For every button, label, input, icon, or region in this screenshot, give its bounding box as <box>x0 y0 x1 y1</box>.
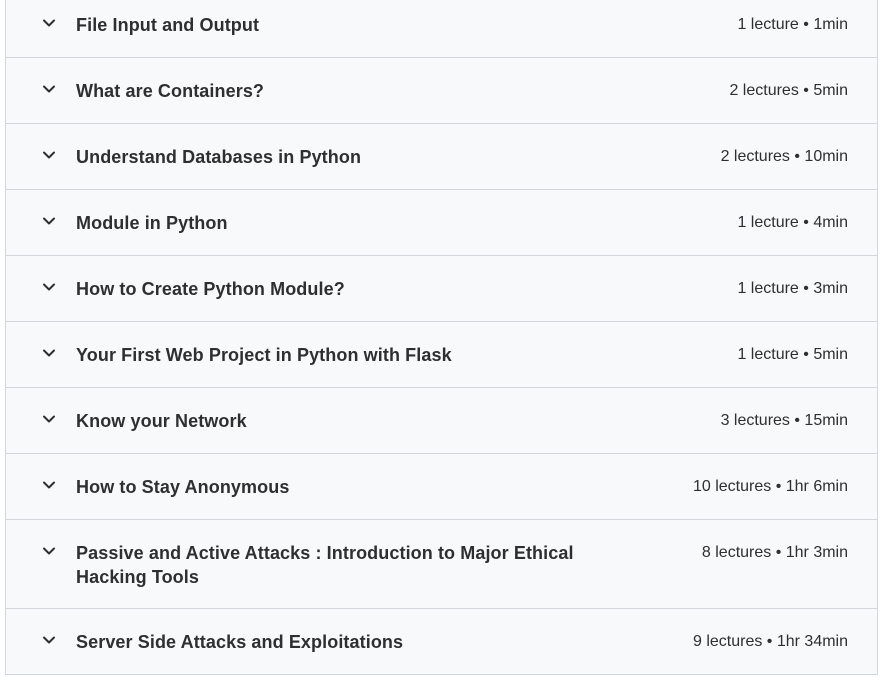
chevron-down-icon <box>42 544 56 558</box>
chevron-down-icon <box>42 214 56 228</box>
section-file-input-output[interactable]: File Input and Output 1 lecture • 1min <box>6 0 877 58</box>
section-network[interactable]: Know your Network 3 lectures • 15min <box>6 388 877 454</box>
chevron-down-icon <box>42 478 56 492</box>
section-server-side-attacks[interactable]: Server Side Attacks and Exploitations 9 … <box>6 609 877 675</box>
chevron-down-icon <box>42 633 56 647</box>
section-meta: 3 lectures • 15min <box>720 412 848 429</box>
section-flask-project[interactable]: Your First Web Project in Python with Fl… <box>6 322 877 388</box>
section-title: Passive and Active Attacks : Introductio… <box>76 543 574 587</box>
chevron-down-icon <box>42 16 56 30</box>
course-curriculum: File Input and Output 1 lecture • 1min W… <box>5 0 878 675</box>
section-meta: 1 lecture • 5min <box>737 346 848 363</box>
chevron-down-icon <box>42 280 56 294</box>
section-module[interactable]: Module in Python 1 lecture • 4min <box>6 190 877 256</box>
section-passive-active-attacks[interactable]: Passive and Active Attacks : Introductio… <box>6 520 877 609</box>
section-meta: 2 lectures • 5min <box>729 82 848 99</box>
section-title: Server Side Attacks and Exploitations <box>76 632 404 652</box>
section-meta: 1 lecture • 3min <box>737 280 848 297</box>
section-meta: 10 lectures • 1hr 6min <box>692 478 848 495</box>
section-title: Understand Databases in Python <box>76 147 362 167</box>
section-title: What are Containers? <box>76 81 265 101</box>
section-title: How to Stay Anonymous <box>76 477 290 497</box>
section-title: File Input and Output <box>76 15 260 35</box>
section-meta: 1 lecture • 4min <box>737 214 848 231</box>
chevron-down-icon <box>42 148 56 162</box>
section-meta: 2 lectures • 10min <box>720 148 848 165</box>
section-anonymous[interactable]: How to Stay Anonymous 10 lectures • 1hr … <box>6 454 877 520</box>
section-meta: 1 lecture • 1min <box>737 16 848 33</box>
chevron-down-icon <box>42 82 56 96</box>
section-title: Module in Python <box>76 213 228 233</box>
section-title: Your First Web Project in Python with Fl… <box>76 345 452 365</box>
chevron-down-icon <box>42 346 56 360</box>
section-create-module[interactable]: How to Create Python Module? 1 lecture •… <box>6 256 877 322</box>
section-meta: 9 lectures • 1hr 34min <box>692 633 848 650</box>
section-databases[interactable]: Understand Databases in Python 2 lecture… <box>6 124 877 190</box>
section-title: Know your Network <box>76 411 247 431</box>
section-containers[interactable]: What are Containers? 2 lectures • 5min <box>6 58 877 124</box>
section-title: How to Create Python Module? <box>76 279 345 299</box>
section-meta: 8 lectures • 1hr 3min <box>701 544 848 561</box>
chevron-down-icon <box>42 412 56 426</box>
